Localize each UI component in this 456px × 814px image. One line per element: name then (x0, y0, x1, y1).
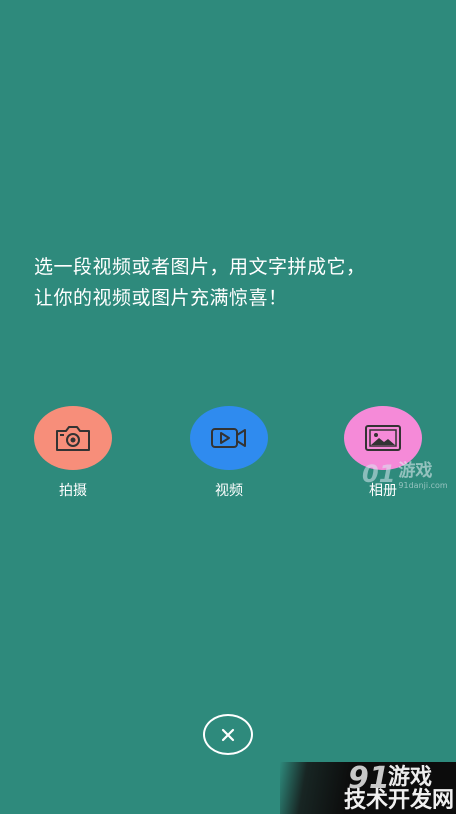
shoot-option[interactable]: 拍摄 (33, 406, 113, 500)
video-label: 视频 (215, 483, 243, 499)
video-icon (211, 428, 246, 448)
camera-icon (56, 426, 90, 451)
video-option[interactable]: 视频 (189, 406, 269, 500)
watermark-brand: 01 (362, 460, 396, 488)
album-icon (365, 425, 401, 451)
watermark-domain: 91danji.com (398, 481, 448, 490)
shoot-label: 拍摄 (59, 483, 87, 499)
intro-line-1: 选一段视频或者图片，用文字拼成它， (34, 256, 366, 278)
watermark-logo: 01 游戏 91danji.com (362, 460, 448, 491)
intro-line-2: 让你的视频或图片充满惊喜！ (34, 287, 288, 309)
corner-watermark-title: 游戏 (388, 765, 433, 790)
watermark-title: 游戏 (398, 461, 433, 481)
video-button[interactable] (190, 406, 268, 470)
intro-text: 选一段视频或者图片，用文字拼成它， 让你的视频或图片充满惊喜！ (34, 252, 434, 314)
corner-watermark-tag: 技术开发网 (344, 788, 455, 813)
shoot-button[interactable] (34, 406, 112, 470)
corner-watermark: 91 游戏 技术开发网 (280, 762, 456, 814)
close-button[interactable] (203, 714, 253, 755)
close-icon (221, 728, 235, 741)
